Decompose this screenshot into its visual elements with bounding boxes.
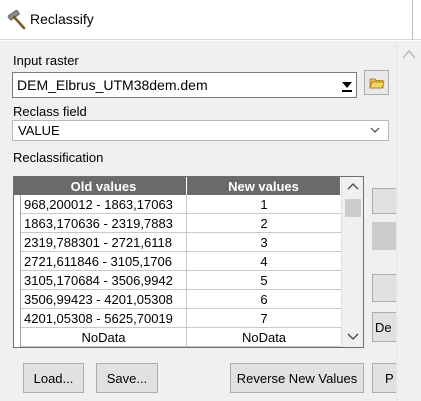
old-value-cell[interactable]: 2721,611846 - 3105,1706 [21,252,187,271]
load-button[interactable]: Load... [23,363,84,393]
window-title: Reclassify [30,11,94,27]
new-value-cell[interactable]: 7 [187,309,341,328]
new-value-cell[interactable]: 5 [187,271,341,290]
new-value-cell[interactable]: 6 [187,290,341,309]
title-bar: Reclassify [0,0,421,40]
open-folder-icon [368,78,385,88]
column-header-old-values[interactable]: Old values [21,177,187,195]
delete-entries-button[interactable]: De [372,312,396,342]
reclass-field-select[interactable]: VALUE [12,120,389,141]
table-scrollbar[interactable] [341,177,363,347]
old-value-cell[interactable]: 1863,170636 - 2319,7883 [21,214,187,233]
row-header-column [14,177,21,347]
header-corner [14,177,21,195]
browse-raster-button[interactable] [364,70,389,95]
new-value-cell[interactable]: 2 [187,214,341,233]
old-value-cell[interactable]: 2319,788301 - 2721,6118 [21,233,187,252]
reclassify-window: Reclassify Input raster DEM_Elbrus_UTM38… [0,0,421,401]
old-value-cell[interactable]: 968,200012 - 1863,17063 [21,195,187,214]
reclass-field-value: VALUE [18,123,60,138]
classify-button[interactable] [372,188,396,214]
reclass-field-label: Reclass field [13,104,87,119]
input-raster-combo[interactable]: DEM_Elbrus_UTM38dem.dem [12,72,357,98]
new-value-cell[interactable]: 3 [187,233,341,252]
table-row[interactable]: 4201,05308 - 5625,70019 7 [21,309,341,328]
chevron-down-icon [370,127,380,133]
chevron-up-icon[interactable] [402,49,416,59]
hammer-icon [7,9,26,30]
table-row[interactable]: 1863,170636 - 2319,7883 2 [21,214,341,233]
precision-button[interactable]: P [372,363,396,393]
table-row[interactable]: 3105,170684 - 3506,9942 5 [21,271,341,290]
unique-button [372,222,396,250]
reclassification-label: Reclassification [13,150,104,165]
input-raster-value: DEM_Elbrus_UTM38dem.dem [17,77,208,93]
table-row[interactable]: NoData NoData [21,328,341,347]
window-edge [412,0,413,40]
scroll-up-icon[interactable] [347,182,359,190]
new-value-cell[interactable]: NoData [187,328,341,347]
input-raster-label: Input raster [13,53,79,68]
column-header-new-values[interactable]: New values [187,177,341,195]
old-value-cell[interactable]: 4201,05308 - 5625,70019 [21,309,187,328]
dialog-scrollbar[interactable] [396,41,421,401]
table-row[interactable]: 2721,611846 - 3105,1706 4 [21,252,341,271]
table-row[interactable]: 968,200012 - 1863,17063 1 [21,195,341,214]
reverse-new-values-button[interactable]: Reverse New Values [230,363,364,393]
scroll-thumb[interactable] [345,199,361,217]
new-value-cell[interactable]: 4 [187,252,341,271]
scroll-down-icon[interactable] [347,333,359,341]
old-value-cell[interactable]: 3105,170684 - 3506,9942 [21,271,187,290]
delete-entries-label: De [375,319,392,335]
table-row[interactable]: 2319,788301 - 2721,6118 3 [21,233,341,252]
table-row[interactable]: 3506,99423 - 4201,05308 6 [21,290,341,309]
dropdown-arrow-icon[interactable] [341,79,353,93]
add-entry-button[interactable] [372,274,396,302]
new-value-cell[interactable]: 1 [187,195,341,214]
old-value-cell[interactable]: 3506,99423 - 4201,05308 [21,290,187,309]
reclassification-table[interactable]: Old values New values 968,200012 - 1863,… [13,176,364,348]
save-button[interactable]: Save... [96,363,158,393]
old-value-cell[interactable]: NoData [21,328,187,347]
